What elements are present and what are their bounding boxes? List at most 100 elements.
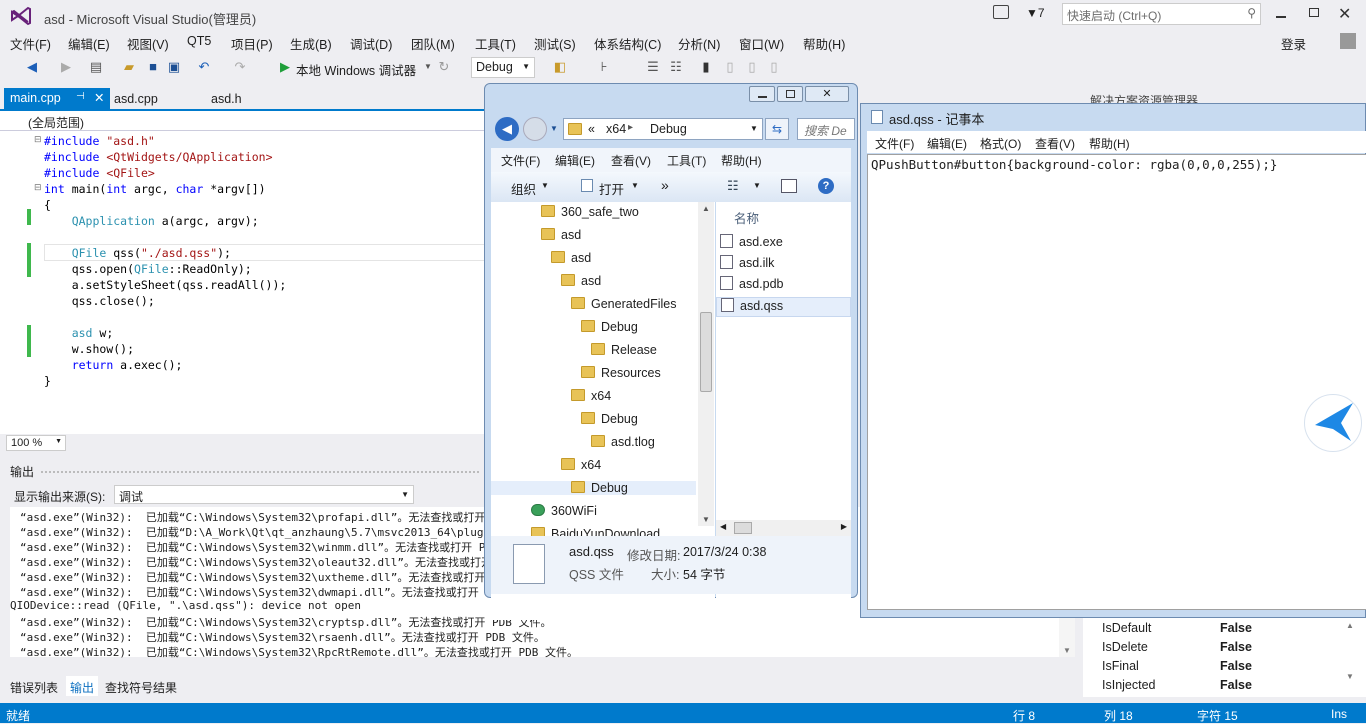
column-header-name[interactable]: 名称: [734, 208, 759, 227]
menu-help[interactable]: 帮助(H): [803, 34, 845, 53]
property-value[interactable]: False: [1220, 640, 1252, 654]
restore-button[interactable]: [1309, 8, 1319, 17]
filter-icon[interactable]: ▼7: [1026, 6, 1045, 20]
property-value[interactable]: False: [1220, 621, 1252, 635]
collapse-icon[interactable]: ⊟: [34, 134, 42, 145]
menu-file[interactable]: 文件(F): [875, 135, 914, 152]
scroll-thumb[interactable]: [700, 312, 712, 392]
open-file-icon[interactable]: ▰: [121, 59, 137, 75]
start-debug-icon[interactable]: ▶: [277, 59, 293, 75]
new-project-icon[interactable]: ▤: [88, 59, 104, 75]
menu-format[interactable]: 格式(O): [980, 135, 1021, 152]
menu-file[interactable]: 文件(F): [501, 152, 540, 169]
menu-team[interactable]: 团队(M): [411, 34, 455, 53]
file-item[interactable]: asd.qss: [716, 297, 851, 317]
file-item[interactable]: asd.exe: [716, 234, 851, 254]
forward-button[interactable]: [523, 117, 547, 141]
menu-edit[interactable]: 编辑(E): [68, 34, 110, 53]
login-link[interactable]: 登录: [1281, 34, 1306, 53]
menu-view[interactable]: 查看(V): [611, 152, 651, 169]
menu-edit[interactable]: 编辑(E): [927, 135, 967, 152]
properties-scroll-down-icon[interactable]: ▼: [1346, 672, 1354, 681]
save-all-icon[interactable]: ▣: [166, 59, 182, 75]
save-icon[interactable]: ■: [145, 59, 161, 75]
menu-project[interactable]: 项目(P): [231, 34, 273, 53]
tab-asd-cpp[interactable]: asd.cpp: [114, 92, 158, 106]
maximize-button[interactable]: [777, 86, 803, 102]
menu-tools[interactable]: 工具(T): [475, 34, 516, 53]
back-button[interactable]: ◀: [495, 117, 519, 141]
menu-view[interactable]: 视图(V): [127, 34, 169, 53]
quick-launch-input[interactable]: 快速启动 (Ctrl+Q) ⚲: [1062, 3, 1261, 25]
account-icon[interactable]: [1340, 33, 1356, 49]
menu-window[interactable]: 窗口(W): [739, 34, 784, 53]
minimize-button[interactable]: [749, 86, 775, 102]
menu-help[interactable]: 帮助(H): [1089, 135, 1130, 152]
config-select[interactable]: Debug ▼: [471, 57, 535, 78]
more-commands-button[interactable]: »: [661, 177, 669, 193]
scroll-right-icon[interactable]: ▶: [841, 522, 847, 531]
tree-item[interactable]: Debug: [491, 481, 696, 495]
tree-item[interactable]: Debug: [581, 412, 638, 426]
menu-build[interactable]: 生成(B): [290, 34, 332, 53]
help-icon[interactable]: ?: [818, 178, 834, 194]
close-tab-icon[interactable]: ✕: [94, 90, 104, 105]
bookmark-icon[interactable]: ▮: [698, 59, 714, 75]
refresh-icon[interactable]: ↻: [436, 59, 452, 75]
menu-file[interactable]: 文件(F): [10, 34, 51, 53]
collapse-icon[interactable]: ⊟: [34, 182, 42, 193]
debugger-button[interactable]: 本地 Windows 调试器: [296, 60, 416, 79]
tree-item[interactable]: asd: [561, 274, 601, 288]
scope-dropdown[interactable]: (全局范围): [28, 114, 84, 131]
property-value[interactable]: False: [1220, 678, 1252, 692]
tree-item[interactable]: asd: [551, 251, 591, 265]
horizontal-scrollbar[interactable]: ◀ ▶: [716, 520, 851, 536]
forward-icon[interactable]: ▶: [58, 59, 74, 75]
scope-navbar[interactable]: (全局范围): [0, 111, 485, 131]
tab-find-symbol-results[interactable]: 查找符号结果: [105, 679, 177, 696]
minimize-button[interactable]: [1276, 6, 1286, 18]
menu-architecture[interactable]: 体系结构(C): [594, 34, 661, 53]
back-icon[interactable]: ◀: [24, 59, 40, 75]
search-box[interactable]: 搜索 De: [797, 118, 855, 140]
breadcrumb-x64[interactable]: x64: [606, 122, 626, 136]
tree-item[interactable]: x64: [561, 458, 601, 472]
close-button[interactable]: ✕: [805, 86, 849, 102]
chevron-down-icon[interactable]: ▼: [420, 59, 436, 75]
menu-edit[interactable]: 编辑(E): [555, 152, 595, 169]
menu-qt5[interactable]: QT5: [187, 34, 211, 48]
property-value[interactable]: False: [1220, 659, 1252, 673]
tree-item[interactable]: GeneratedFiles: [571, 297, 676, 311]
chevron-down-icon[interactable]: ▼: [753, 181, 761, 190]
code-editor[interactable]: ⊟ ⊟ #include "asd.h" #include <QtWidgets/…: [0, 131, 485, 434]
close-button[interactable]: ✕: [1338, 4, 1351, 24]
comment-icon[interactable]: ☰: [645, 59, 661, 75]
preview-pane-icon[interactable]: [781, 179, 797, 193]
menu-tools[interactable]: 工具(T): [667, 152, 706, 169]
tab-asd-h[interactable]: asd.h: [211, 92, 242, 106]
menu-help[interactable]: 帮助(H): [721, 152, 762, 169]
tab-main-cpp[interactable]: main.cpp ⊣ ✕: [4, 88, 110, 110]
notification-icon[interactable]: [993, 5, 1009, 19]
file-item[interactable]: asd.ilk: [716, 255, 851, 275]
pin-icon[interactable]: ⊣: [76, 91, 85, 102]
next-bookmark-icon[interactable]: ▯: [744, 59, 760, 75]
uncomment-icon[interactable]: ☷: [668, 59, 684, 75]
breadcrumb-overflow[interactable]: «: [588, 122, 595, 136]
chevron-down-icon[interactable]: ▼: [550, 124, 558, 133]
scroll-left-icon[interactable]: ◀: [720, 522, 726, 531]
organize-button[interactable]: 组织: [511, 179, 536, 198]
menu-view[interactable]: 查看(V): [1035, 135, 1075, 152]
nav-scrollbar[interactable]: ▲ ▼: [698, 202, 714, 526]
scroll-down-icon[interactable]: ▼: [1063, 646, 1071, 655]
undo-icon[interactable]: ↶: [196, 59, 212, 75]
bookmark-toggle-icon[interactable]: ⊦: [596, 59, 612, 75]
tree-item[interactable]: x64: [571, 389, 611, 403]
file-item[interactable]: asd.pdb: [716, 276, 851, 296]
chevron-down-icon[interactable]: ▼: [750, 124, 758, 133]
scroll-thumb[interactable]: [734, 522, 752, 534]
tree-item[interactable]: 360WiFi: [531, 504, 597, 518]
scroll-up-icon[interactable]: ▲: [702, 204, 710, 213]
menu-debug[interactable]: 调试(D): [350, 34, 392, 53]
scroll-down-icon[interactable]: ▼: [702, 515, 710, 524]
